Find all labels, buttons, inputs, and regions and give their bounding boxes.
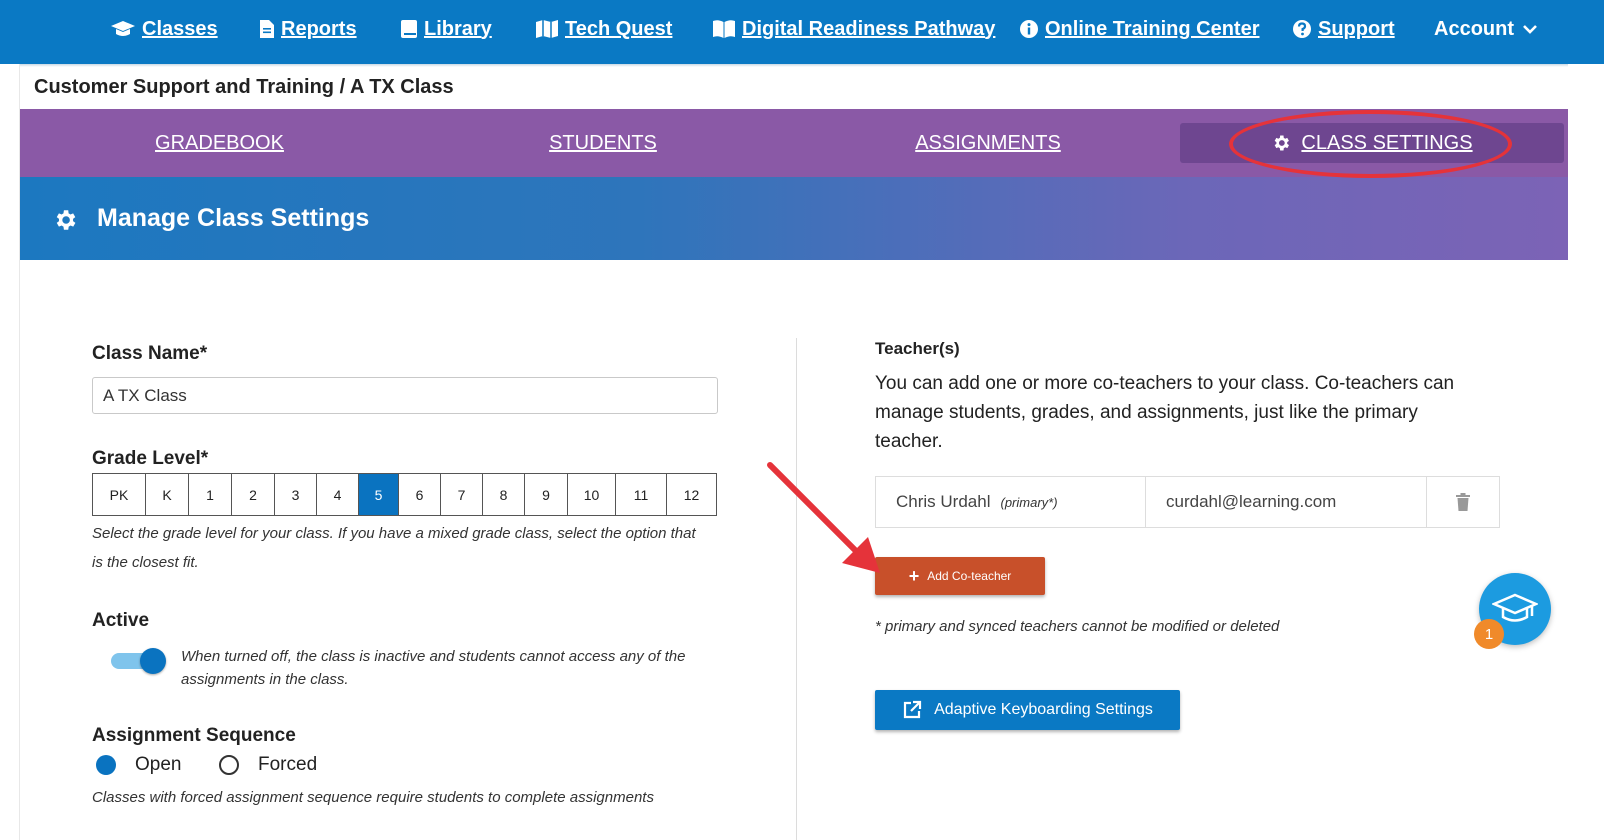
nav-library[interactable]: Library xyxy=(400,0,492,58)
nav-label: Tech Quest xyxy=(565,17,673,40)
teacher-name: Chris Urdahl xyxy=(896,492,991,511)
page-title: Manage Class Settings xyxy=(97,204,370,232)
tab-gradebook[interactable]: GRADEBOOK xyxy=(20,109,419,177)
grade-option[interactable]: 6 xyxy=(398,474,440,515)
nav-label: Classes xyxy=(142,17,218,40)
account-label: Account xyxy=(1434,17,1514,40)
add-coteacher-button[interactable]: + Add Co-teacher xyxy=(875,557,1045,595)
primary-tag: (primary*) xyxy=(1000,494,1058,510)
document-icon xyxy=(260,20,274,38)
graduation-cap-icon xyxy=(111,21,135,36)
page-header: Manage Class Settings xyxy=(20,177,1568,260)
plus-icon: + xyxy=(908,566,920,586)
nav-label: Reports xyxy=(281,17,357,40)
grade-option[interactable]: 12 xyxy=(666,474,716,515)
toggle-knob xyxy=(140,648,166,674)
assignment-sequence-label: Assignment Sequence xyxy=(92,725,296,746)
left-rail xyxy=(0,64,20,840)
grade-help-line: is the closest fit. xyxy=(92,554,199,571)
nav-classes[interactable]: Classes xyxy=(110,0,218,58)
grade-help-text: Select the grade level for your class. I… xyxy=(92,519,732,577)
add-coteacher-label: Add Co-teacher xyxy=(927,569,1012,583)
grade-option[interactable]: 1 xyxy=(188,474,231,515)
class-name-input[interactable] xyxy=(92,377,718,414)
radio-open-label[interactable]: Open xyxy=(135,754,181,776)
grade-option[interactable]: PK xyxy=(93,474,145,515)
grade-option[interactable]: K xyxy=(145,474,188,515)
trash-icon xyxy=(1456,492,1470,511)
nav-label: Library xyxy=(424,17,492,40)
grade-option[interactable]: 8 xyxy=(482,474,524,515)
nav-support[interactable]: Support xyxy=(1292,0,1395,58)
grade-level-selector: PK K 1 2 3 4 5 6 7 8 9 10 11 12 xyxy=(92,473,717,516)
teachers-description: You can add one or more co-teachers to y… xyxy=(875,373,1455,452)
map-icon xyxy=(536,20,558,38)
sequence-help-text: Classes with forced assignment sequence … xyxy=(92,789,654,806)
nav-tech-quest[interactable]: Tech Quest xyxy=(535,0,672,58)
top-nav: Classes Reports Library Tech Quest Digit… xyxy=(0,0,1604,64)
graduation-cap-icon xyxy=(1492,593,1538,622)
radio-forced[interactable] xyxy=(219,755,239,775)
teachers-note: * primary and synced teachers cannot be … xyxy=(875,618,1280,635)
teacher-row: Chris Urdahl (primary*) curdahl@learning… xyxy=(875,476,1500,528)
tab-label: GRADEBOOK xyxy=(155,131,284,154)
delete-teacher-cell xyxy=(1427,477,1499,527)
grade-option[interactable]: 7 xyxy=(440,474,482,515)
active-help-text: When turned off, the class is inactive a… xyxy=(181,645,741,691)
grade-option[interactable]: 3 xyxy=(274,474,316,515)
tab-assignments[interactable]: ASSIGNMENTS xyxy=(795,109,1181,177)
book-icon xyxy=(401,20,417,38)
annotation-arrow-icon xyxy=(767,462,880,573)
radio-forced-label[interactable]: Forced xyxy=(258,754,317,776)
column-divider xyxy=(796,338,797,840)
active-toggle[interactable] xyxy=(111,647,167,675)
active-help-line: When turned off, the class is inactive a… xyxy=(181,648,686,665)
adaptive-keyboarding-settings-button[interactable]: Adaptive Keyboarding Settings xyxy=(875,690,1180,730)
grade-option[interactable]: 2 xyxy=(231,474,274,515)
nav-account[interactable]: Account xyxy=(1434,0,1544,58)
teachers-label: Teacher(s) xyxy=(875,339,960,358)
keyboarding-label: Adaptive Keyboarding Settings xyxy=(934,701,1153,718)
question-icon xyxy=(1293,20,1311,38)
radio-open[interactable] xyxy=(96,755,116,775)
notification-badge: 1 xyxy=(1474,619,1504,649)
active-help-line: assignments in the class. xyxy=(181,671,349,688)
tab-label: STUDENTS xyxy=(549,131,657,154)
grade-option[interactable]: 9 xyxy=(524,474,567,515)
nav-label: Online Training Center xyxy=(1045,17,1260,40)
teacher-email: curdahl@learning.com xyxy=(1146,477,1427,527)
grade-level-label: Grade Level* xyxy=(92,448,209,469)
nav-label: Digital Readiness Pathway xyxy=(742,17,996,40)
grade-option-selected[interactable]: 5 xyxy=(358,474,398,515)
right-rail xyxy=(1568,64,1604,840)
breadcrumb: Customer Support and Training / A TX Cla… xyxy=(34,76,454,98)
chevron-down-icon xyxy=(1523,25,1537,34)
grade-option[interactable]: 11 xyxy=(615,474,666,515)
tab-students[interactable]: STUDENTS xyxy=(411,109,795,177)
nav-online-training[interactable]: Online Training Center xyxy=(1019,0,1259,58)
class-name-label: Class Name* xyxy=(92,343,208,364)
nav-reports[interactable]: Reports xyxy=(259,0,357,58)
teacher-name-cell: Chris Urdahl (primary*) xyxy=(876,477,1146,527)
tab-label: ASSIGNMENTS xyxy=(915,131,1061,154)
active-label: Active xyxy=(92,610,150,631)
gear-icon xyxy=(56,210,76,230)
nav-digital-readiness[interactable]: Digital Readiness Pathway xyxy=(712,0,995,58)
info-icon xyxy=(1020,20,1038,38)
open-book-icon xyxy=(713,20,735,38)
grade-help-line: Select the grade level for your class. I… xyxy=(92,525,696,542)
grade-option[interactable]: 10 xyxy=(567,474,615,515)
nav-label: Support xyxy=(1318,17,1395,40)
grade-option[interactable]: 4 xyxy=(316,474,358,515)
annotation-ellipse xyxy=(1229,110,1512,178)
nav-shadow xyxy=(0,64,1604,67)
external-link-icon xyxy=(903,700,922,719)
